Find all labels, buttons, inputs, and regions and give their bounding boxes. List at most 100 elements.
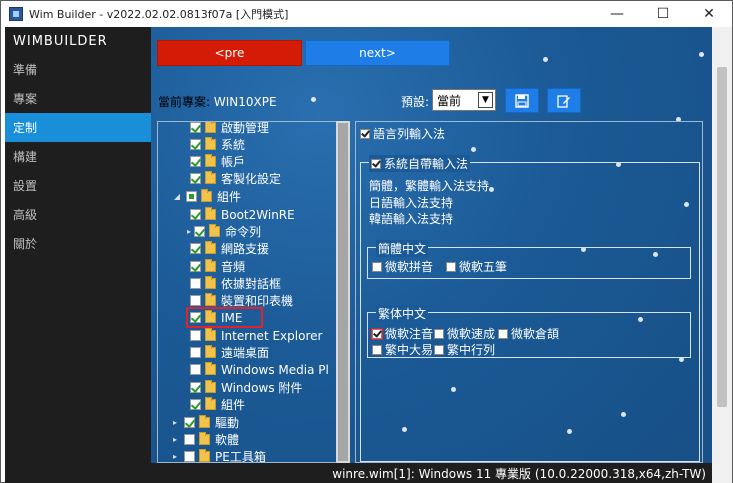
app-window: Wim Builder - v2022.02.02.0813f07a [入門模式… (0, 0, 733, 483)
tree-item[interactable]: 網路支援 (190, 240, 269, 257)
option-dayi[interactable]: 繁中大易 (372, 341, 433, 358)
checkbox[interactable] (186, 191, 197, 202)
checkbox[interactable] (190, 209, 201, 220)
sidebar-item-settings[interactable]: 設置 (5, 171, 151, 200)
tree-item[interactable]: ▸ 命令列 (186, 223, 261, 240)
checkbox[interactable] (190, 278, 201, 289)
option-microsoft-bopomofo[interactable]: 微軟注音 (371, 325, 433, 342)
checkbox[interactable] (190, 261, 201, 272)
tree-item[interactable]: ▸ 驅動 (170, 414, 239, 431)
tree-item-label: 遠端桌面 (221, 346, 270, 360)
edit-preset-button[interactable] (547, 88, 581, 113)
chevron-right-icon[interactable]: ▸ (170, 452, 180, 461)
window-scrollbar[interactable] (712, 27, 732, 483)
preset-select[interactable]: 當前 ▼ (432, 89, 496, 111)
tree-item[interactable]: ◢ 組件 (172, 188, 241, 205)
tree-item[interactable]: 啟動管理 (190, 121, 270, 136)
option-array[interactable]: 繁中行列 (434, 341, 495, 358)
checkbox[interactable] (190, 399, 201, 410)
checkbox[interactable] (184, 434, 195, 445)
checkbox[interactable] (184, 417, 195, 428)
pre-button[interactable]: <pre (157, 40, 302, 66)
tree-item[interactable]: Boot2WinRE (190, 206, 295, 223)
checkbox[interactable] (190, 243, 201, 254)
checkbox[interactable] (190, 364, 201, 375)
tree-item[interactable]: 遠端桌面 (190, 344, 269, 361)
tree-item[interactable]: 客製化設定 (190, 170, 281, 187)
tree-item[interactable]: 帳戶 (190, 153, 245, 170)
sidebar-item-build[interactable]: 構建 (5, 142, 151, 171)
checkbox[interactable] (372, 261, 382, 272)
tree-item[interactable]: 音頻 (190, 258, 245, 275)
note-text: 簡體，繁體輸入法支持 (369, 179, 490, 193)
checkbox[interactable] (360, 128, 370, 139)
sidebar: WIMBUILDER 準備 專案 定制 構建 設置 高級 關於 (5, 27, 151, 463)
minimize-button[interactable]: — (594, 1, 640, 27)
save-preset-button[interactable] (505, 88, 539, 113)
option-label: 繁中行列 (447, 343, 496, 357)
checkbox[interactable] (434, 344, 444, 355)
option-microsoft-changjie[interactable]: 微軟倉頡 (498, 325, 559, 342)
tree-item[interactable]: ▸ 軟體 (170, 431, 239, 448)
folder-icon (205, 293, 216, 306)
checkbox[interactable] (190, 156, 201, 167)
checkbox[interactable] (190, 382, 201, 393)
window-scroll-thumb[interactable] (717, 67, 727, 407)
sidebar-item-advanced[interactable]: 高級 (5, 200, 151, 229)
maximize-button[interactable]: ☐ (640, 1, 686, 27)
checkbox[interactable] (190, 312, 201, 323)
tree-item-label: 啟動管理 (221, 121, 270, 135)
tree-item[interactable]: 組件 (190, 396, 245, 413)
builtin-ime-option[interactable]: 系統自帶輸入法 (371, 155, 468, 172)
option-label: 語言列輸入法 (373, 127, 446, 141)
edit-icon (557, 94, 570, 108)
tree-item[interactable]: Internet Explorer (190, 327, 322, 344)
checkbox[interactable] (371, 158, 381, 169)
folder-icon (199, 449, 210, 462)
window-title: Wim Builder - v2022.02.02.0813f07a [入門模式… (29, 8, 289, 21)
ime-options-panel: 語言列輸入法 系統自帶輸入法 簡體，繁體輸入法支持 日語輸入法支持 韓語輸入法支… (355, 121, 703, 463)
checkbox[interactable] (190, 139, 201, 150)
checkbox[interactable] (190, 347, 201, 358)
folder-icon (205, 276, 216, 289)
tree-item[interactable]: 系統 (190, 136, 245, 153)
checkbox[interactable] (190, 295, 201, 306)
checkbox[interactable] (190, 173, 201, 184)
checkbox[interactable] (184, 451, 195, 462)
component-tree[interactable]: 啟動管理 系統 帳戶 客製化設定 ◢ 組件 Boot2WinRE ▸ 命令列 網路支… (157, 121, 341, 463)
checkbox[interactable] (372, 344, 382, 355)
sidebar-item-about[interactable]: 關於 (5, 229, 151, 258)
checkbox[interactable] (194, 226, 205, 237)
language-bar-ime-option[interactable]: 語言列輸入法 (360, 125, 445, 142)
tree-item[interactable]: Windows Media Pl (190, 361, 329, 378)
tree-item[interactable]: ▸ PE工具箱 (170, 448, 266, 462)
chevron-right-icon[interactable]: ▸ (186, 227, 192, 236)
option-microsoft-pinyin[interactable]: 微軟拼音 (372, 258, 433, 275)
checkbox[interactable] (498, 328, 508, 339)
tree-item[interactable]: 裝置和印表機 (190, 292, 293, 309)
checkbox[interactable] (434, 328, 444, 339)
close-button[interactable]: ✕ (686, 1, 732, 27)
tree-scrollbar[interactable] (336, 121, 350, 463)
chevron-right-icon[interactable]: ▸ (170, 435, 180, 444)
checkbox[interactable] (446, 261, 456, 272)
sidebar-item-customize[interactable]: 定制 (5, 113, 151, 142)
tree-item-label: 軟體 (215, 433, 240, 447)
tree-item[interactable]: Windows 附件 (190, 379, 302, 396)
chevron-down-icon[interactable]: ◢ (172, 192, 182, 201)
tree-item-ime[interactable]: IME (186, 307, 263, 328)
option-microsoft-quick[interactable]: 微軟速成 (434, 325, 495, 342)
checkbox[interactable] (190, 330, 201, 341)
snowflake (311, 97, 316, 102)
tree-item[interactable]: 依據對話框 (190, 275, 281, 292)
next-button[interactable]: next> (305, 40, 450, 66)
sidebar-item-project[interactable]: 專案 (5, 84, 151, 113)
option-microsoft-wubi[interactable]: 微軟五筆 (446, 258, 507, 275)
preset-value: 當前 (437, 93, 462, 108)
option-label: 微軟倉頡 (511, 327, 560, 341)
tree-scroll-thumb[interactable] (338, 123, 348, 461)
checkbox[interactable] (371, 327, 383, 340)
checkbox[interactable] (190, 122, 201, 133)
chevron-right-icon[interactable]: ▸ (170, 418, 180, 427)
sidebar-item-prepare[interactable]: 準備 (5, 55, 151, 84)
